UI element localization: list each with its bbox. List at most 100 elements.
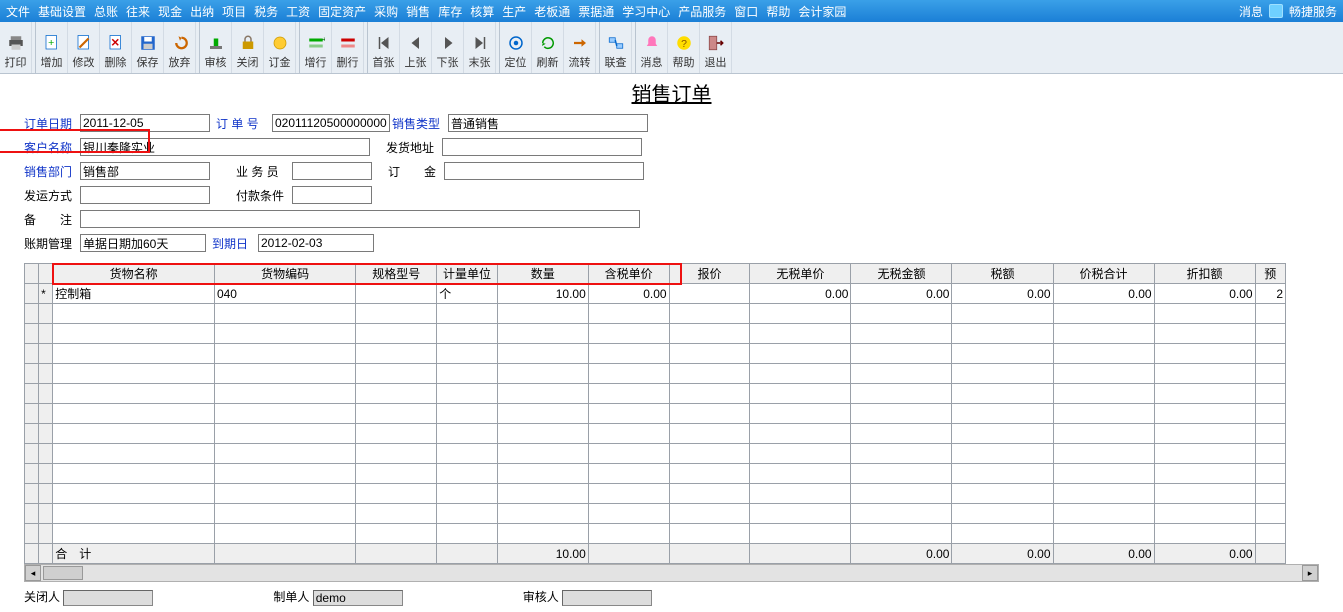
target-icon <box>507 34 525 52</box>
table-row-empty[interactable] <box>25 424 1286 444</box>
table-row-empty[interactable] <box>25 484 1286 504</box>
menubar-right: 消息 畅捷服务 <box>1239 3 1337 20</box>
toolbar-prev[interactable]: 上张 <box>400 22 432 73</box>
sum-notaxamt: 0.00 <box>851 544 952 564</box>
toolbar-print[interactable]: 打印 <box>0 22 32 73</box>
dept-input[interactable] <box>80 162 210 180</box>
col-notaxamt[interactable]: 无税金额 <box>851 264 952 284</box>
toolbar-label: 流转 <box>569 54 591 70</box>
menu-15[interactable]: 老板通 <box>534 3 570 20</box>
lbl-shipmode: 发运方式 <box>24 187 80 204</box>
chat-icon[interactable] <box>1269 4 1283 18</box>
col-spec[interactable]: 规格型号 <box>356 264 437 284</box>
due-input[interactable] <box>258 234 374 252</box>
toolbar-save[interactable]: 保存 <box>132 22 164 73</box>
toolbar-first[interactable]: 首张 <box>368 22 400 73</box>
coin-icon <box>271 34 289 52</box>
col-total[interactable]: 价税合计 <box>1053 264 1154 284</box>
table-row-empty[interactable] <box>25 324 1286 344</box>
order-date-input[interactable] <box>80 114 210 132</box>
col-name[interactable]: 货物名称 <box>53 264 215 284</box>
toolbar-exit[interactable]: 退出 <box>700 22 732 73</box>
toolbar-addrow[interactable]: +增行 <box>300 22 332 73</box>
menu-14[interactable]: 生产 <box>502 3 526 20</box>
menu-7[interactable]: 税务 <box>254 3 278 20</box>
toolbar-abandon[interactable]: 放弃 <box>164 22 196 73</box>
table-row-empty[interactable] <box>25 384 1286 404</box>
toolbar-next[interactable]: 下张 <box>432 22 464 73</box>
table-row-empty[interactable] <box>25 504 1286 524</box>
menu-16[interactable]: 票据通 <box>578 3 614 20</box>
col-pre[interactable]: 预 <box>1255 264 1285 284</box>
menu-18[interactable]: 产品服务 <box>678 3 726 20</box>
col-tax[interactable]: 税额 <box>952 264 1053 284</box>
menu-1[interactable]: 基础设置 <box>38 3 86 20</box>
toolbar-refresh[interactable]: 刷新 <box>532 22 564 73</box>
col-code[interactable]: 货物编码 <box>214 264 355 284</box>
menu-3[interactable]: 往来 <box>126 3 150 20</box>
toolbar-msg[interactable]: 消息 <box>636 22 668 73</box>
col-qty[interactable]: 数量 <box>497 264 588 284</box>
table-row-empty[interactable] <box>25 344 1286 364</box>
toolbar-order[interactable]: 订金 <box>264 22 296 73</box>
col-unit[interactable]: 计量单位 <box>437 264 498 284</box>
menu-13[interactable]: 核算 <box>470 3 494 20</box>
toolbar-add[interactable]: +增加 <box>36 22 68 73</box>
sale-type-input[interactable] <box>448 114 648 132</box>
menu-21[interactable]: 会计家园 <box>798 3 846 20</box>
toolbar-label: 刷新 <box>537 54 559 70</box>
toolbar-close[interactable]: 关闭 <box>232 22 264 73</box>
menu-6[interactable]: 项目 <box>222 3 246 20</box>
table-row-empty[interactable] <box>25 444 1286 464</box>
col-quote[interactable]: 报价 <box>669 264 750 284</box>
table-row-empty[interactable] <box>25 304 1286 324</box>
deposit-input[interactable] <box>444 162 644 180</box>
col-notaxprice[interactable]: 无税单价 <box>750 264 851 284</box>
scroll-left-icon[interactable]: ◂ <box>25 565 41 581</box>
toolbar-last[interactable]: 末张 <box>464 22 496 73</box>
grid-sum-row: 合 计 10.00 0.00 0.00 0.00 0.00 <box>25 544 1286 564</box>
menu-20[interactable]: 帮助 <box>766 3 790 20</box>
nav-last-icon <box>471 34 489 52</box>
toolbar-edit[interactable]: 修改 <box>68 22 100 73</box>
menu-9[interactable]: 固定资产 <box>318 3 366 20</box>
toolbar-audit[interactable]: 审核 <box>200 22 232 73</box>
menu-17[interactable]: 学习中心 <box>622 3 670 20</box>
table-row-empty[interactable] <box>25 464 1286 484</box>
shipmode-input[interactable] <box>80 186 210 204</box>
order-no-input[interactable] <box>272 114 390 132</box>
table-row-empty[interactable] <box>25 404 1286 424</box>
horizontal-scrollbar[interactable]: ◂ ▸ <box>24 564 1319 582</box>
toolbar-delete[interactable]: 删除 <box>100 22 132 73</box>
table-row[interactable]: *控制箱040个10.000.000.000.000.000.000.002 <box>25 284 1286 304</box>
menu-5[interactable]: 出纳 <box>190 3 214 20</box>
menu-10[interactable]: 采购 <box>374 3 398 20</box>
grid[interactable]: 货物名称 货物编码 规格型号 计量单位 数量 含税单价 报价 无税单价 无税金额… <box>24 263 1286 564</box>
payterm-input[interactable] <box>292 186 372 204</box>
service-label[interactable]: 畅捷服务 <box>1289 3 1337 20</box>
toolbar-locate[interactable]: 定位 <box>500 22 532 73</box>
toolbar-help[interactable]: ?帮助 <box>668 22 700 73</box>
ship-addr-input[interactable] <box>442 138 642 156</box>
menu-4[interactable]: 现金 <box>158 3 182 20</box>
scroll-right-icon[interactable]: ▸ <box>1302 565 1318 581</box>
col-taxprice[interactable]: 含税单价 <box>588 264 669 284</box>
col-discount[interactable]: 折扣额 <box>1154 264 1255 284</box>
menu-19[interactable]: 窗口 <box>734 3 758 20</box>
customer-input[interactable] <box>80 138 370 156</box>
menu-8[interactable]: 工资 <box>286 3 310 20</box>
msg-label[interactable]: 消息 <box>1239 3 1263 20</box>
bizman-input[interactable] <box>292 162 372 180</box>
menu-0[interactable]: 文件 <box>6 3 30 20</box>
toolbar-linkview[interactable]: 联查 <box>600 22 632 73</box>
period-input[interactable] <box>80 234 206 252</box>
scroll-thumb[interactable] <box>43 566 83 580</box>
menu-12[interactable]: 库存 <box>438 3 462 20</box>
toolbar-delrow[interactable]: 删行 <box>332 22 364 73</box>
menu-11[interactable]: 销售 <box>406 3 430 20</box>
toolbar-flow[interactable]: 流转 <box>564 22 596 73</box>
table-row-empty[interactable] <box>25 524 1286 544</box>
menu-2[interactable]: 总账 <box>94 3 118 20</box>
table-row-empty[interactable] <box>25 364 1286 384</box>
remark-input[interactable] <box>80 210 640 228</box>
